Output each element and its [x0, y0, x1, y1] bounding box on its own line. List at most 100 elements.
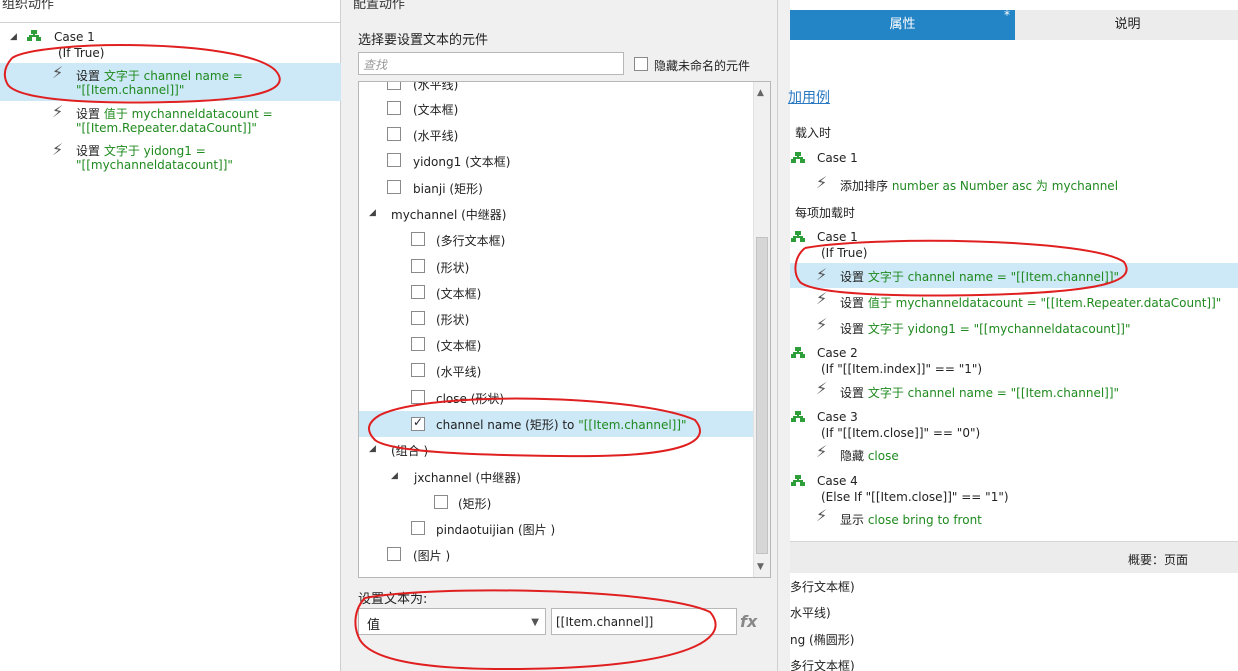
list-item[interactable]: (文本框) — [359, 98, 754, 120]
item-checkbox[interactable] — [434, 495, 448, 509]
item-checkbox[interactable] — [387, 547, 401, 561]
value-input[interactable]: [[Item.channel]] — [551, 608, 737, 635]
outline-item[interactable]: 水平线) — [790, 604, 831, 621]
item-checkbox[interactable] — [411, 337, 425, 351]
item-checkbox[interactable] — [411, 285, 425, 299]
outline-item[interactable]: ng (椭圆形) — [790, 631, 854, 648]
action-item[interactable]: ⚡ 设置 值于 mychanneldatacount = "[[Item.Rep… — [0, 101, 341, 139]
item-checkbox[interactable] — [411, 521, 425, 535]
case-title[interactable]: Case 4 — [817, 474, 858, 488]
event-onload[interactable]: 载入时 — [795, 124, 831, 141]
list-scrollbar[interactable]: ▲ ▼ — [753, 82, 770, 577]
value-type-select[interactable]: 值 ▼ — [358, 608, 546, 635]
item-checkbox[interactable] — [387, 82, 401, 90]
item-checkbox[interactable] — [411, 390, 425, 404]
item-checkbox-checked[interactable] — [411, 415, 425, 431]
action-item[interactable]: ⚡ 设置 文字于 yidong1 = "[[mychanneldatacount… — [0, 139, 341, 177]
list-item[interactable]: (文本框) — [359, 334, 754, 356]
action-item[interactable]: 显示 close bring to front — [840, 511, 982, 528]
item-checkbox[interactable] — [411, 232, 425, 246]
summary-bar: 概要：页面 — [790, 541, 1238, 573]
case-title[interactable]: Case 1 — [817, 151, 858, 165]
case-icon — [791, 475, 805, 487]
outline-item[interactable]: 多行文本框) — [790, 578, 855, 595]
list-item[interactable]: (多行文本框) — [359, 229, 754, 251]
expand-triangle-icon[interactable]: ◢ — [369, 208, 376, 218]
case-condition: (If "[[Item.close]]" == "0") — [821, 426, 981, 440]
action-item[interactable]: 添加排序 number as Number asc 为 mychannel — [840, 177, 1118, 194]
list-item[interactable]: (图片 ) — [359, 544, 754, 566]
case-condition: (If True) — [821, 246, 868, 260]
add-case-link[interactable]: 加用例 — [788, 87, 830, 107]
action-item[interactable]: 设置 文字于 channel name = "[[Item.channel]]" — [840, 384, 1119, 401]
case-condition: (If True) — [58, 46, 105, 60]
lightning-icon: ⚡ — [52, 63, 64, 82]
search-input[interactable]: 查找 — [358, 52, 624, 75]
action-item-selected[interactable]: ⚡ 设置 文字于 channel name = "[[Item.channel]… — [790, 263, 1238, 288]
panel-title: 配置动作 — [353, 0, 406, 12]
case-condition: (Else If "[[Item.close]]" == "1") — [821, 490, 1009, 504]
list-group[interactable]: ◢ mychannel (中继器) — [359, 203, 754, 225]
lightning-icon: ⚡ — [816, 173, 828, 192]
lightning-icon: ⚡ — [816, 379, 828, 398]
list-item[interactable]: (水平线) — [359, 82, 754, 94]
case-title[interactable]: Case 1 — [817, 230, 858, 244]
item-checkbox[interactable] — [387, 153, 401, 167]
event-on-item-load[interactable]: 每项加载时 — [795, 204, 855, 221]
action-item[interactable]: 设置 值于 mychanneldatacount = "[[Item.Repea… — [840, 294, 1221, 311]
list-item[interactable]: (形状) — [359, 308, 754, 330]
scroll-up-icon[interactable]: ▲ — [757, 88, 764, 98]
item-checkbox[interactable] — [411, 259, 425, 273]
list-item[interactable]: bianji (矩形) — [359, 177, 754, 199]
item-checkbox[interactable] — [387, 101, 401, 115]
tab-bar: 属性 * 说明 — [790, 8, 1238, 40]
lightning-icon: ⚡ — [816, 506, 828, 525]
fx-button[interactable]: fx — [740, 612, 757, 631]
action-tree: ◢ Case 1 (If True) ⚡ 设置 文字于 channel name… — [0, 22, 341, 671]
hide-unnamed-label: 隐藏未命名的元件 — [654, 59, 751, 73]
list-item[interactable]: (文本框) — [359, 282, 754, 304]
modified-indicator: * — [1004, 8, 1010, 22]
item-checkbox[interactable] — [411, 311, 425, 325]
action-item-selected[interactable]: ⚡ 设置 文字于 channel name = "[[Item.channel]… — [0, 63, 341, 101]
case-title[interactable]: Case 1 — [54, 30, 95, 44]
list-item[interactable]: (水平线) — [359, 124, 754, 146]
expand-triangle-icon[interactable]: ◢ — [391, 471, 398, 481]
action-item[interactable]: 隐藏 close — [840, 447, 899, 464]
case-title[interactable]: Case 3 — [817, 410, 858, 424]
hide-unnamed-checkbox[interactable] — [634, 57, 648, 71]
list-item[interactable]: (形状) — [359, 256, 754, 278]
list-item[interactable]: (水平线) — [359, 360, 754, 382]
lightning-icon: ⚡ — [52, 102, 64, 121]
list-item[interactable]: (矩形) — [359, 492, 754, 514]
organize-actions-panel: 组织动作 ◢ Case 1 (If True) ⚡ 设置 文字于 channel… — [0, 0, 341, 671]
expand-triangle-icon[interactable]: ◢ — [10, 32, 17, 42]
chevron-down-icon: ▼ — [531, 617, 539, 628]
tab-properties[interactable]: 属性 — [790, 10, 1015, 40]
list-group[interactable]: ◢ (组合 ) — [359, 439, 754, 461]
case-title[interactable]: Case 2 — [817, 346, 858, 360]
scroll-thumb[interactable] — [756, 237, 768, 554]
item-checkbox[interactable] — [387, 180, 401, 194]
case-icon — [791, 231, 805, 243]
select-widget-label: 选择要设置文本的元件 — [358, 33, 489, 48]
case-icon — [27, 30, 41, 42]
list-item-selected[interactable]: channel name (矩形) to "[[Item.channel]]" — [359, 411, 754, 437]
case-icon — [791, 347, 805, 359]
list-group[interactable]: ◢ jxchannel (中继器) — [359, 466, 754, 488]
case-icon — [791, 152, 805, 164]
widget-list[interactable]: (水平线) (文本框) (水平线) yidong1 (文本框) bianji (… — [358, 81, 771, 578]
panel-title: 组织动作 — [2, 0, 55, 12]
list-item[interactable]: yidong1 (文本框) — [359, 150, 754, 172]
lightning-icon: ⚡ — [816, 315, 828, 334]
list-item[interactable]: close (形状) — [359, 387, 754, 409]
action-item[interactable]: 设置 文字于 yidong1 = "[[mychanneldatacount]]… — [840, 320, 1131, 337]
outline-item[interactable]: 多行文本框) — [790, 657, 855, 671]
tab-notes[interactable]: 说明 — [1017, 10, 1238, 40]
properties-panel: 属性 * 说明 加用例 载入时 Case 1 ⚡ 添加排序 number as … — [788, 0, 1238, 671]
expand-triangle-icon[interactable]: ◢ — [369, 444, 376, 454]
item-checkbox[interactable] — [411, 363, 425, 377]
scroll-down-icon[interactable]: ▼ — [757, 562, 764, 572]
item-checkbox[interactable] — [387, 127, 401, 141]
list-item[interactable]: pindaotuijian (图片 ) — [359, 518, 754, 540]
